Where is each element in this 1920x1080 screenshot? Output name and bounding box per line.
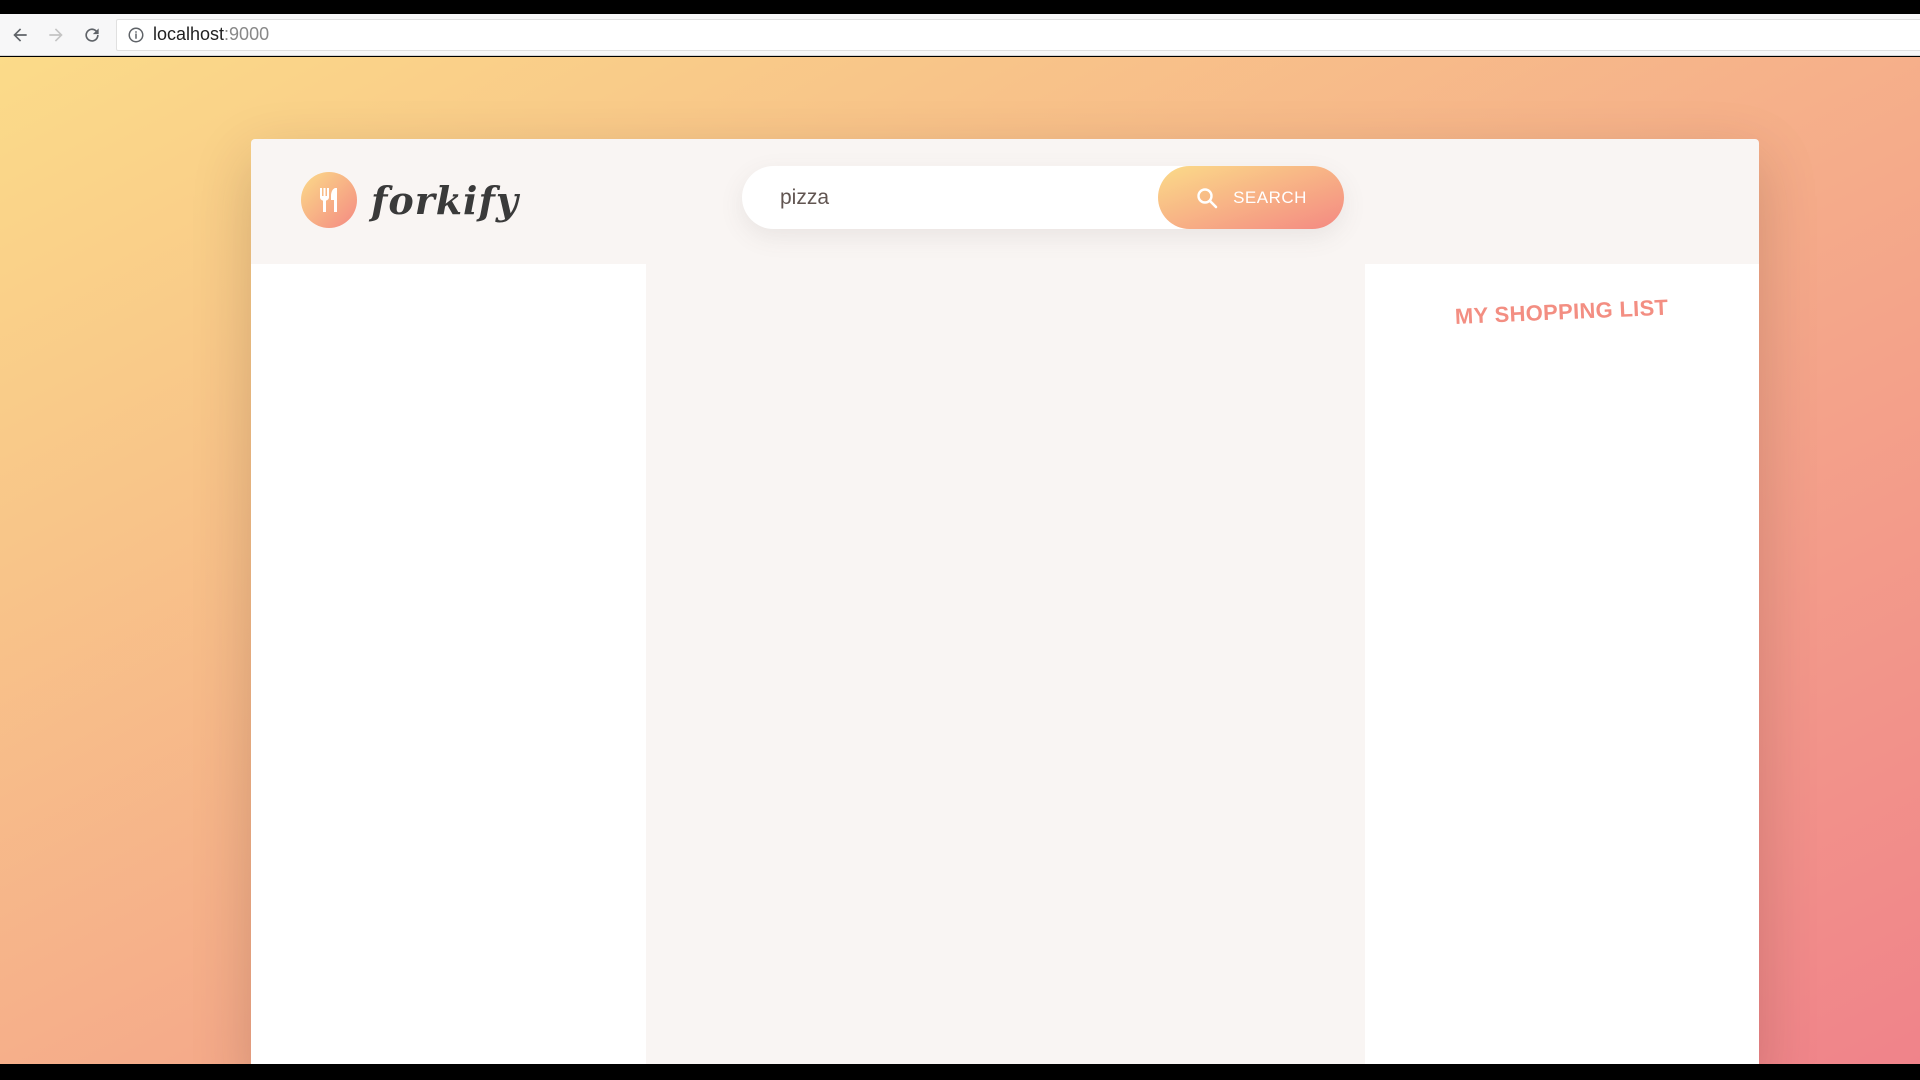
search-results-panel bbox=[251, 264, 646, 1064]
address-bar[interactable]: localhost:9000 bbox=[116, 18, 1920, 51]
url-port: :9000 bbox=[224, 24, 270, 44]
arrow-right-icon bbox=[49, 27, 63, 42]
reload-icon bbox=[85, 27, 99, 42]
back-button[interactable] bbox=[4, 19, 36, 51]
search-form: SEARCH bbox=[742, 166, 1344, 229]
info-icon[interactable] bbox=[127, 26, 145, 44]
logo-text: forkify bbox=[371, 177, 519, 223]
window-bottom-edge bbox=[0, 1064, 1920, 1080]
logo[interactable]: forkify bbox=[301, 172, 519, 228]
logo-badge bbox=[301, 172, 357, 228]
forward-button[interactable] bbox=[40, 19, 72, 51]
reload-button[interactable] bbox=[76, 19, 108, 51]
page-viewport: forkify SEARCH MY SHOPPING LIST bbox=[0, 57, 1920, 1064]
recipe-panel bbox=[646, 264, 1365, 1064]
search-button[interactable]: SEARCH bbox=[1158, 166, 1344, 229]
app-container: forkify SEARCH MY SHOPPING LIST bbox=[251, 139, 1759, 1064]
search-button-label: SEARCH bbox=[1233, 187, 1307, 207]
arrow-left-icon bbox=[13, 27, 27, 42]
app-header: forkify SEARCH bbox=[251, 139, 1759, 264]
browser-toolbar: localhost:9000 bbox=[0, 14, 1920, 56]
shopping-list-panel: MY SHOPPING LIST bbox=[1365, 264, 1759, 1064]
fork-knife-icon bbox=[320, 188, 337, 212]
window-top-edge bbox=[0, 0, 1920, 14]
shopping-list-heading: MY SHOPPING LIST bbox=[1454, 294, 1669, 329]
url-host: localhost bbox=[153, 24, 225, 44]
search-icon bbox=[1197, 187, 1218, 208]
search-input[interactable] bbox=[780, 177, 1130, 218]
